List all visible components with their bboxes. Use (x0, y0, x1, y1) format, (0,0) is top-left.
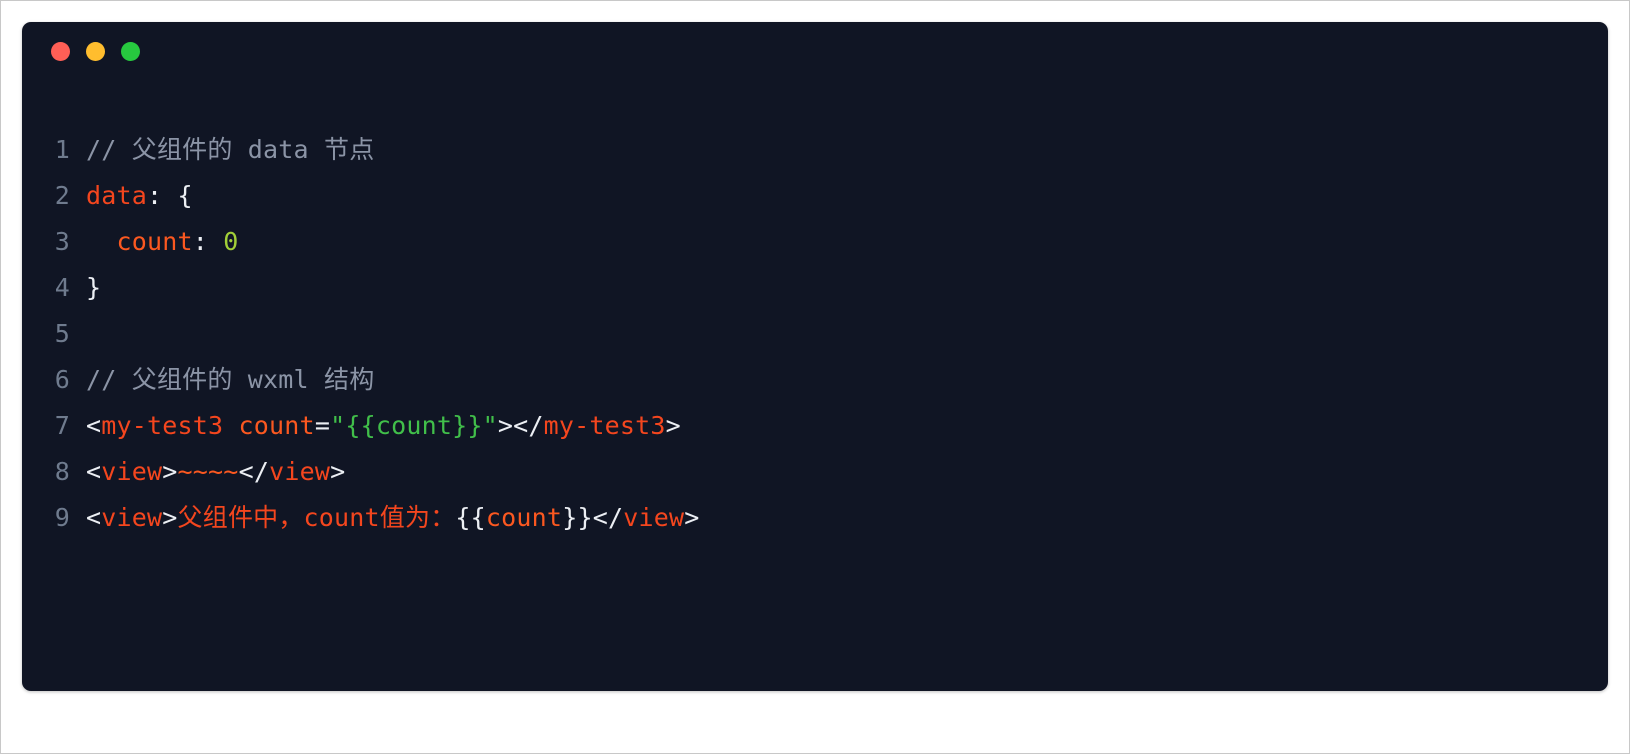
code-token: : { (147, 181, 193, 210)
code-token: < (86, 411, 102, 440)
code-token: > (684, 503, 700, 532)
code-token: > (162, 503, 178, 532)
code-line-text: <my-test3 count="{{count}}"></my-test3> (86, 403, 681, 449)
line-number: 4 (54, 273, 70, 302)
code-line: 9 <view>父组件中，count值为：{{count}}</view> (22, 495, 1608, 541)
code-token: count (238, 411, 315, 440)
code-line: 5 (22, 311, 1608, 357)
line-number: 1 (54, 135, 70, 164)
code-editor-body[interactable]: 1// 父组件的 data 节点 2 data: {3 count: 0 4} 5 6//… (22, 80, 1608, 691)
code-token: ~~~~ (177, 457, 239, 486)
code-token: = (314, 411, 331, 440)
line-number: 9 (54, 503, 70, 532)
line-number: 2 (54, 181, 70, 210)
code-token: view (101, 503, 163, 532)
code-line-text: data: { (86, 173, 193, 219)
code-token: } (86, 273, 102, 302)
minimize-window-dot[interactable] (86, 41, 105, 61)
code-token: // 父组件的 wxml 结构 (86, 365, 375, 394)
code-token: count (485, 503, 563, 532)
code-token: "{{count}}" (330, 411, 498, 440)
code-token: : (192, 227, 224, 256)
code-line-text: } (86, 265, 101, 311)
code-line-text: <view>父组件中，count值为：{{count}}</view> (86, 495, 700, 541)
code-token: view (101, 457, 163, 486)
code-token: > (330, 457, 346, 486)
code-token: < (86, 457, 102, 486)
code-token: </ (238, 457, 270, 486)
code-token: 父组件中，count值为： (177, 503, 456, 532)
line-number: 8 (54, 457, 70, 486)
code-line: 2 data: { (22, 173, 1608, 219)
code-token: ></ (497, 411, 544, 440)
code-line: 6 // 父组件的 wxml 结构 (22, 357, 1608, 403)
code-token: > (665, 411, 681, 440)
code-token: {{ (455, 503, 486, 532)
code-token: 0 (223, 227, 239, 256)
line-number: 7 (54, 411, 70, 440)
code-token: > (162, 457, 178, 486)
code-token: view (623, 503, 685, 532)
code-line: 8 <view>~~~~</view> (22, 449, 1608, 495)
line-number: 5 (54, 319, 70, 348)
code-line-text: count: 0 (86, 219, 239, 265)
window-titlebar (22, 22, 1608, 80)
code-token: data (86, 181, 148, 210)
code-line: 3 count: 0 (22, 219, 1608, 265)
maximize-window-dot[interactable] (121, 41, 140, 61)
code-token: count (116, 227, 193, 256)
code-token: view (269, 457, 331, 486)
code-line: 4} (22, 265, 1608, 311)
code-token: < (86, 503, 102, 532)
line-number: 6 (54, 365, 70, 394)
page-root: 1// 父组件的 data 节点 2 data: {3 count: 0 4} 5 6//… (0, 0, 1630, 754)
close-window-dot[interactable] (51, 41, 70, 61)
code-token: </ (592, 503, 624, 532)
code-token: }} (562, 503, 593, 532)
code-token: // 父组件的 data 节点 (86, 135, 375, 164)
code-token: my-test3 (543, 411, 666, 440)
code-line-text: // 父组件的 data 节点 (86, 127, 374, 173)
code-line-text: <view>~~~~</view> (86, 449, 345, 495)
code-snippet-card: 1// 父组件的 data 节点 2 data: {3 count: 0 4} 5 6//… (22, 22, 1608, 691)
code-line: 7 <my-test3 count="{{count}}"></my-test3> (22, 403, 1608, 449)
code-line-text: // 父组件的 wxml 结构 (86, 357, 374, 403)
code-token: my-test3 (101, 411, 224, 440)
line-number: 3 (54, 227, 70, 256)
code-line: 1 // 父组件的 data 节点 (22, 127, 1608, 173)
